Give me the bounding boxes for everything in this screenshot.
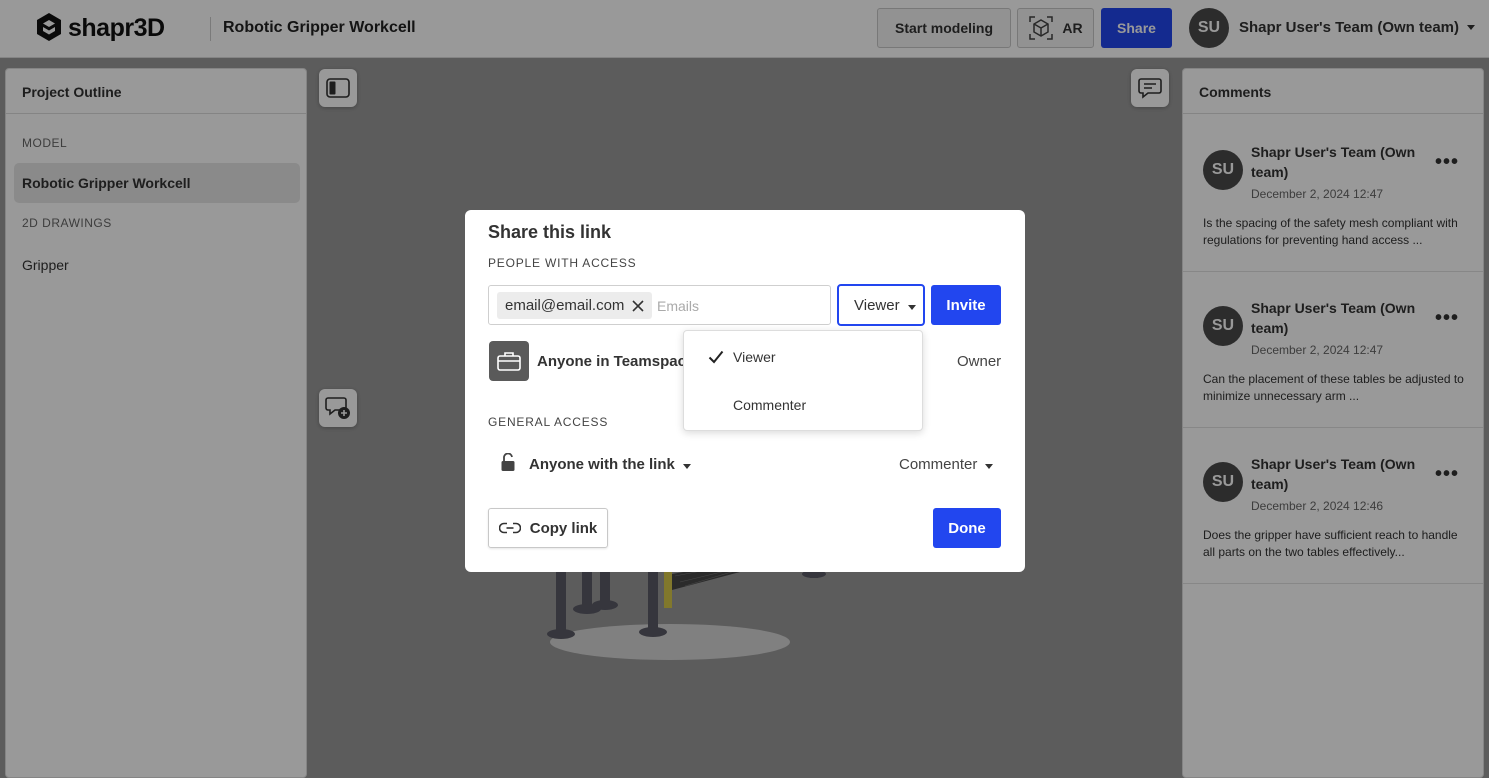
general-access-label: GENERAL ACCESS <box>488 415 609 429</box>
role-option-label: Viewer <box>733 349 776 365</box>
email-field[interactable]: email@email.com <box>488 285 831 325</box>
link-access-select[interactable]: Anyone with the link <box>529 456 691 473</box>
done-button[interactable]: Done <box>933 508 1001 548</box>
caret-down-icon <box>907 304 916 310</box>
role-option-viewer[interactable]: Viewer <box>684 333 922 381</box>
role-option-commenter[interactable]: Commenter <box>684 381 922 429</box>
caret-down-icon <box>682 463 691 469</box>
caret-down-icon <box>985 463 994 469</box>
teamspace-role: Owner <box>957 353 1002 370</box>
email-chip: email@email.com <box>497 292 653 319</box>
close-icon[interactable] <box>632 299 644 312</box>
invite-button[interactable]: Invite <box>931 285 1001 325</box>
teamspace-icon <box>489 341 529 381</box>
email-input[interactable] <box>657 293 822 319</box>
role-option-label: Commenter <box>733 397 807 413</box>
role-dropdown-menu: Viewer Commenter <box>683 330 923 431</box>
copy-link-button[interactable]: Copy link <box>488 508 608 548</box>
unlock-icon <box>501 453 515 471</box>
people-section-label: PEOPLE WITH ACCESS <box>488 256 637 270</box>
link-icon <box>498 522 521 534</box>
role-select-value: Viewer <box>854 296 900 314</box>
link-role-select[interactable]: Commenter <box>899 456 994 473</box>
link-access-value: Anyone with the link <box>529 456 675 473</box>
briefcase-icon <box>497 352 521 371</box>
email-chip-label: email@email.com <box>505 297 625 314</box>
dialog-title: Share this link <box>488 222 612 242</box>
role-select[interactable]: Viewer <box>837 284 925 326</box>
copy-link-label: Copy link <box>529 519 598 537</box>
link-role-value: Commenter <box>899 456 978 473</box>
teamspace-label: Anyone in Teamspace <box>537 353 695 370</box>
check-icon <box>708 350 724 364</box>
